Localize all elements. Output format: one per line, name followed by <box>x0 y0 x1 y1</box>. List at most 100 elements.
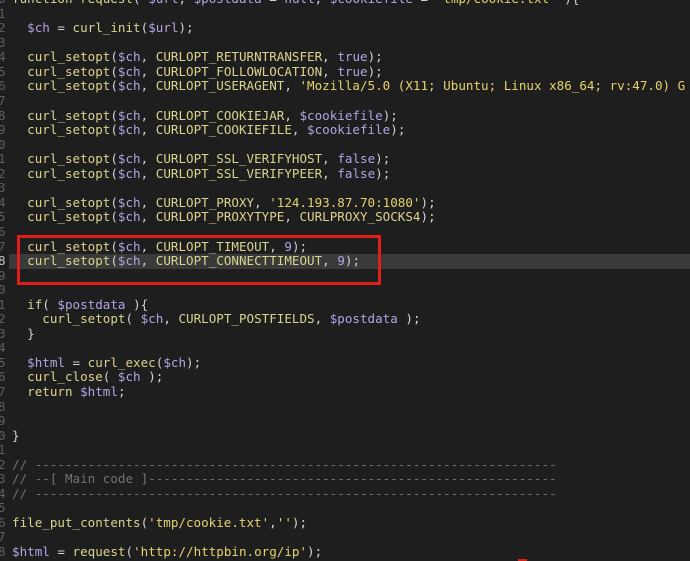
code-token-punctuation: , <box>284 107 300 123</box>
line-number: 1 <box>0 5 6 21</box>
code-line[interactable]: 3 } <box>0 326 690 342</box>
line-number: 2 <box>0 456 6 472</box>
code-token-punctuation <box>12 369 27 384</box>
code-token-variable: $html <box>80 383 118 399</box>
code-token-identifier: CURLOPT_PROXY <box>155 194 255 210</box>
code-token-identifier: curl_setopt <box>27 78 111 94</box>
code-token-literal: null <box>284 0 314 6</box>
code-token-variable: $ch <box>117 49 141 65</box>
code-line[interactable]: 5 curl_setopt($ch, CURLOPT_FOLLOWLOCATIO… <box>0 63 690 80</box>
code-line[interactable]: 6 file_put_contents('tmp/cookie.txt',''); <box>0 514 690 531</box>
code-line[interactable]: 1 if( $postdata ){ <box>0 296 690 313</box>
line-number: 8 <box>0 253 6 269</box>
code-line[interactable]: 9 curl_setopt($ch, CURLOPT_COOKIEFILE, $… <box>0 122 690 138</box>
code-line[interactable]: 3 // --[ Main code ]---------------------… <box>0 471 690 487</box>
code-token-punctuation: , <box>322 63 338 79</box>
line-number: 7 <box>0 93 6 109</box>
code-token-identifier: curl_setopt <box>27 49 111 65</box>
code-line[interactable]: 7 <box>0 93 690 109</box>
code-line[interactable]: 7 <box>0 530 690 545</box>
code-line[interactable]: 3 <box>0 34 690 51</box>
code-token-punctuation: , <box>284 209 300 225</box>
code-token-punctuation: ); <box>390 122 406 138</box>
code-token-punctuation: ( <box>102 369 118 385</box>
code-line[interactable]: 2 curl_setopt($ch, CURLOPT_SSL_VERIFYPEE… <box>0 165 690 182</box>
code-token-punctuation: , <box>140 165 156 181</box>
line-number: 9 <box>0 267 6 283</box>
code-token-punctuation: ); <box>367 49 383 65</box>
code-token-punctuation: = <box>413 0 436 6</box>
code-token-punctuation: ); <box>375 165 391 181</box>
code-text: curl_setopt($ch, CURLOPT_COOKIEFILE, $co… <box>12 122 406 138</box>
line-number: 3 <box>0 34 6 50</box>
code-token-punctuation: ( <box>42 296 58 312</box>
code-token-punctuation: , <box>140 78 156 94</box>
code-token-string: '' <box>276 514 292 530</box>
code-line[interactable]: 2 $ch = curl_init($url); <box>0 21 690 36</box>
code-line[interactable]: 8 $html = request('http://httpbin.org/ip'… <box>0 543 690 560</box>
code-line[interactable]: 4 curl_setopt($ch, CURLOPT_RETURNTRANSFE… <box>0 50 690 65</box>
code-line[interactable]: 5 <box>0 501 690 516</box>
line-number: 3 <box>0 471 6 487</box>
code-token-punctuation <box>12 20 27 35</box>
code-line[interactable]: 0function request( $url, $postdata = nul… <box>0 0 690 7</box>
code-token-punctuation: ); <box>420 209 436 225</box>
code-line[interactable]: 4 // ------------------------------------… <box>0 486 690 502</box>
line-number: 8 <box>0 543 6 559</box>
code-line[interactable]: 0 <box>0 136 690 153</box>
code-token-identifier: CURLPROXY_SOCKS4 <box>299 209 421 225</box>
code-line[interactable]: 1 <box>0 443 690 458</box>
code-token-string: 'Mozilla/5.0 (X11; Ubuntu; Linux x86_64;… <box>299 78 686 94</box>
line-number: 3 <box>0 180 6 196</box>
code-token-identifier: request <box>80 0 133 6</box>
line-number: 1 <box>0 442 6 458</box>
code-line[interactable]: 5 curl_setopt($ch, CURLOPT_PROXYTYPE, CU… <box>0 210 690 225</box>
code-line[interactable]: 4 <box>0 341 690 356</box>
code-token-identifier: curl_exec <box>87 354 156 370</box>
code-line[interactable]: 8 <box>0 399 690 415</box>
code-line[interactable]: 8 curl_setopt($ch, CURLOPT_COOKIEJAR, $c… <box>0 107 690 124</box>
code-line[interactable]: 6 curl_close( $ch ); <box>0 370 690 385</box>
code-token-punctuation: ( <box>110 49 118 65</box>
line-number: 6 <box>0 514 6 530</box>
code-token-identifier: return <box>27 383 73 399</box>
code-token-punctuation: , <box>163 311 179 327</box>
code-token-punctuation: , <box>254 194 270 210</box>
line-number: 0 <box>0 136 6 152</box>
code-line[interactable]: 5 $html = curl_exec($ch); <box>0 354 690 371</box>
code-line[interactable]: 4 curl_setopt($ch, CURLOPT_PROXY, '124.1… <box>0 194 690 211</box>
code-line[interactable]: 3 <box>0 181 690 196</box>
code-line[interactable]: 1 curl_setopt($ch, CURLOPT_SSL_VERIFYHOS… <box>0 151 690 167</box>
code-line[interactable]: 6 curl_setopt($ch, CURLOPT_USERAGENT, 'M… <box>0 79 690 94</box>
code-token-comment: // --[ Main code ]----------------------… <box>12 471 557 487</box>
code-token-variable: $cookiefile <box>307 122 391 138</box>
code-line[interactable]: 2 curl_setopt( $ch, CURLOPT_POSTFIELDS, … <box>0 311 690 327</box>
line-number: 2 <box>0 20 6 36</box>
code-token-punctuation: , <box>322 49 338 65</box>
code-token-punctuation: ); <box>367 63 383 79</box>
code-token-identifier: CURLOPT_COOKIEJAR <box>155 107 285 123</box>
code-token-identifier: curl_setopt <box>27 194 111 210</box>
code-token-identifier: curl_setopt <box>27 151 111 167</box>
code-line[interactable]: 9 <box>0 414 690 429</box>
code-token-variable: $ch <box>117 194 141 210</box>
code-token-punctuation <box>12 108 27 123</box>
code-text: curl_setopt($ch, CURLOPT_COOKIEJAR, $coo… <box>12 107 398 124</box>
code-line[interactable]: 0 <box>0 283 690 298</box>
code-token-punctuation: = <box>64 354 88 370</box>
line-number: 9 <box>0 413 6 429</box>
code-line[interactable]: 2 // ------------------------------------… <box>0 456 690 473</box>
code-token-punctuation: ; <box>117 383 126 399</box>
code-token-identifier: curl_setopt <box>27 107 111 123</box>
code-text: // -------------------------------------… <box>12 486 557 502</box>
line-number: 4 <box>0 340 6 356</box>
code-token-identifier: CURLOPT_PROXYTYPE <box>155 209 285 225</box>
code-token-variable: $cookiefile <box>330 0 413 6</box>
code-line[interactable]: 1 <box>0 5 690 22</box>
code-token-identifier: CURLOPT_FOLLOWLOCATION <box>155 63 323 79</box>
code-token-punctuation: ); <box>291 514 308 530</box>
code-token-variable: $ch <box>117 151 141 167</box>
code-line[interactable]: 0} <box>0 428 690 444</box>
code-line[interactable]: 7 return $html; <box>0 383 690 400</box>
line-number: 6 <box>0 223 6 239</box>
